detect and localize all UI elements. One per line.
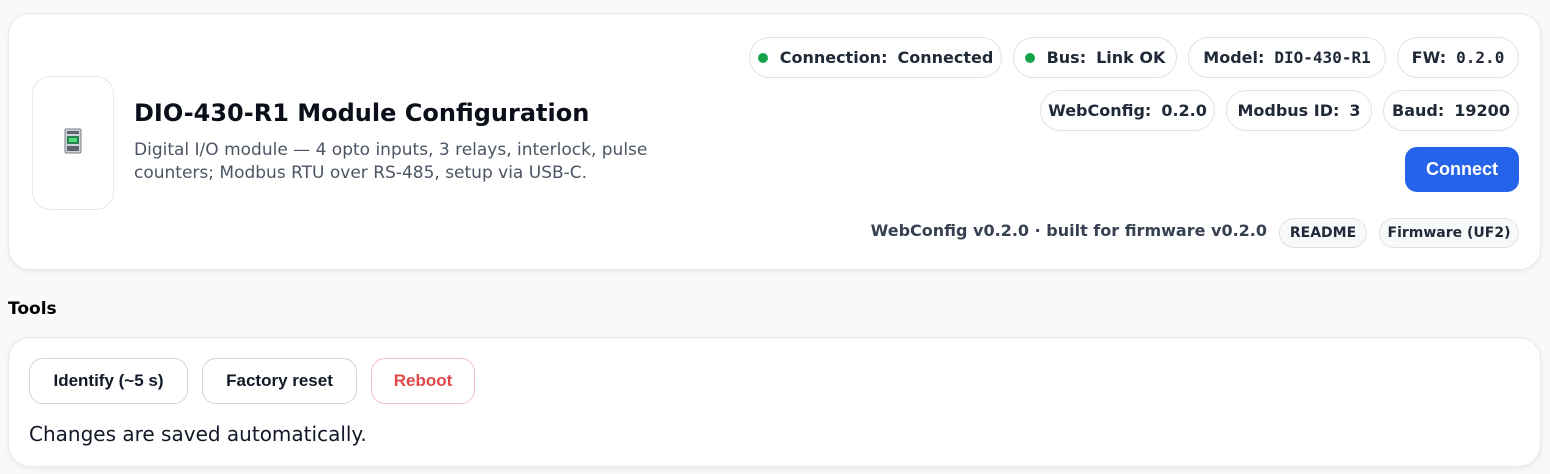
baud-rate-pill: Baud: 19200 [1383,90,1519,131]
firmware-version-pill: FW: 0.2.0 [1397,37,1519,78]
device-image-box [32,76,114,210]
page-subtitle: Digital I/O module — 4 opto inputs, 3 re… [134,140,648,183]
firmware-version-label: FW: [1411,48,1447,67]
bus-status-dot [1024,52,1035,63]
version-info: WebConfig v0.2.0 · built for firmware v0… [870,221,1267,240]
bus-status-value: Link OK [1096,48,1166,67]
connection-status-pill: Connection: Connected [749,37,1002,78]
page-title: DIO-430-R1 Module Configuration [134,99,590,127]
identify-button[interactable]: Identify (~5 s) [29,358,188,404]
header-card: DIO-430-R1 Module Configuration Digital … [8,13,1541,270]
dio-module-icon [64,128,82,158]
firmware-download-link[interactable]: Firmware (UF2) [1379,218,1519,248]
modbus-id-pill: Modbus ID: 3 [1226,90,1372,131]
bus-status-label: Bus: [1046,48,1087,67]
webconfig-version-pill: WebConfig: 0.2.0 [1040,90,1215,131]
baud-rate-label: Baud: [1392,101,1445,120]
modbus-id-label: Modbus ID: [1237,101,1340,120]
readme-link[interactable]: README [1279,218,1367,248]
tools-section-title: Tools [8,299,57,319]
reboot-button[interactable]: Reboot [371,358,475,404]
modbus-id-value: 3 [1349,101,1361,120]
bus-status-pill: Bus: Link OK [1013,37,1177,78]
model-label: Model: [1203,48,1265,67]
connection-status-value: Connected [897,48,994,67]
autosave-note: Changes are saved automatically. [29,422,367,446]
baud-rate-value: 19200 [1454,101,1510,120]
connect-button[interactable]: Connect [1405,147,1519,192]
model-value: DIO-430-R1 [1274,48,1371,67]
webconfig-version-label: WebConfig: [1048,101,1152,120]
webconfig-version-value: 0.2.0 [1161,101,1207,120]
factory-reset-button[interactable]: Factory reset [202,358,357,404]
tools-card: Identify (~5 s) Factory reset Reboot Cha… [8,337,1541,467]
connection-status-dot [757,52,768,63]
model-pill: Model: DIO-430-R1 [1188,37,1386,78]
connection-status-label: Connection: [779,48,888,67]
firmware-version-value: 0.2.0 [1456,48,1505,67]
